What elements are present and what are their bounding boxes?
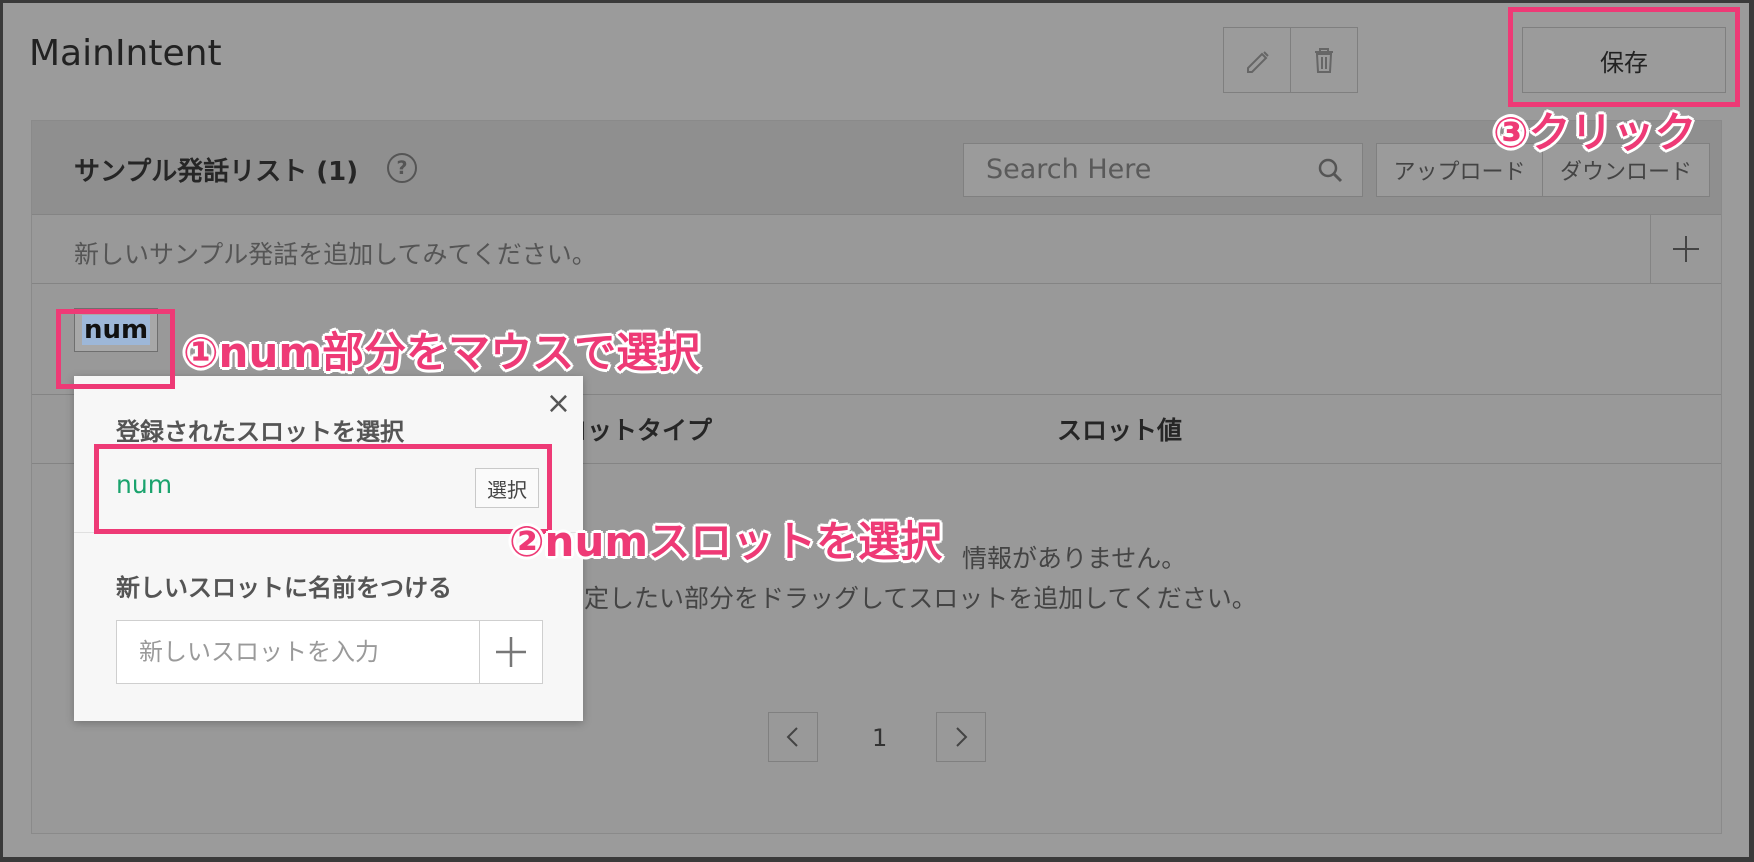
new-slot-input[interactable]: 新しいスロットを入力 — [116, 620, 480, 684]
current-page[interactable]: 1 — [872, 724, 887, 752]
intent-title: MainIntent — [29, 33, 222, 74]
prev-page-button[interactable] — [768, 712, 818, 762]
annotation-step2: ②numスロットを選択 — [509, 517, 943, 566]
registered-slots-title: 登録されたスロットを選択 — [116, 418, 404, 446]
plus-icon — [496, 637, 526, 667]
plus-icon — [1673, 236, 1699, 262]
annotation-step3: ③クリック — [1493, 108, 1697, 157]
add-slot-button[interactable] — [479, 620, 543, 684]
slot-popup: × 登録されたスロットを選択 num 選択 新しいスロットに名前をつける 新しい… — [74, 376, 583, 721]
add-utterance-row: 新しいサンプル発話を追加してみてください。 — [32, 215, 1721, 284]
annotation-step1: ①num部分をマウスで選択 — [183, 328, 701, 377]
chevron-right-icon — [956, 727, 968, 747]
chevron-left-icon — [786, 727, 798, 747]
help-icon[interactable]: ? — [387, 153, 417, 183]
search-icon[interactable] — [1316, 156, 1346, 186]
search-placeholder: Search Here — [986, 154, 1152, 185]
pencil-icon — [1247, 51, 1269, 73]
app-frame: MainIntent 保存 サンプル発話リスト (1) ? Search Her… — [3, 3, 1749, 857]
empty-message-line1: 情報がありません。 — [962, 544, 1187, 573]
add-utterance-input[interactable]: 新しいサンプル発話を追加してみてください。 — [74, 235, 597, 271]
add-utterance-button[interactable] — [1650, 215, 1721, 283]
trash-icon — [1315, 48, 1333, 73]
column-slot-type: ロットタイプ — [562, 416, 713, 445]
annotation-box-token — [56, 309, 175, 389]
delete-button[interactable] — [1290, 27, 1358, 93]
search-input[interactable]: Search Here — [963, 143, 1363, 197]
panel-header: サンプル発話リスト (1) ? Search Here アップロード ダウンロー… — [32, 121, 1721, 215]
close-icon[interactable]: × — [546, 386, 571, 421]
column-slot-value: スロット値 — [1057, 416, 1183, 445]
new-slot-title: 新しいスロットに名前をつける — [116, 574, 452, 602]
empty-message-line2: 定したい部分をドラッグしてスロットを追加してください。 — [584, 584, 1257, 613]
next-page-button[interactable] — [936, 712, 986, 762]
edit-button[interactable] — [1223, 27, 1291, 93]
annotation-box-save — [1508, 7, 1740, 107]
annotation-box-slot — [94, 444, 552, 534]
sample-list-title: サンプル発話リスト (1) — [74, 157, 359, 187]
